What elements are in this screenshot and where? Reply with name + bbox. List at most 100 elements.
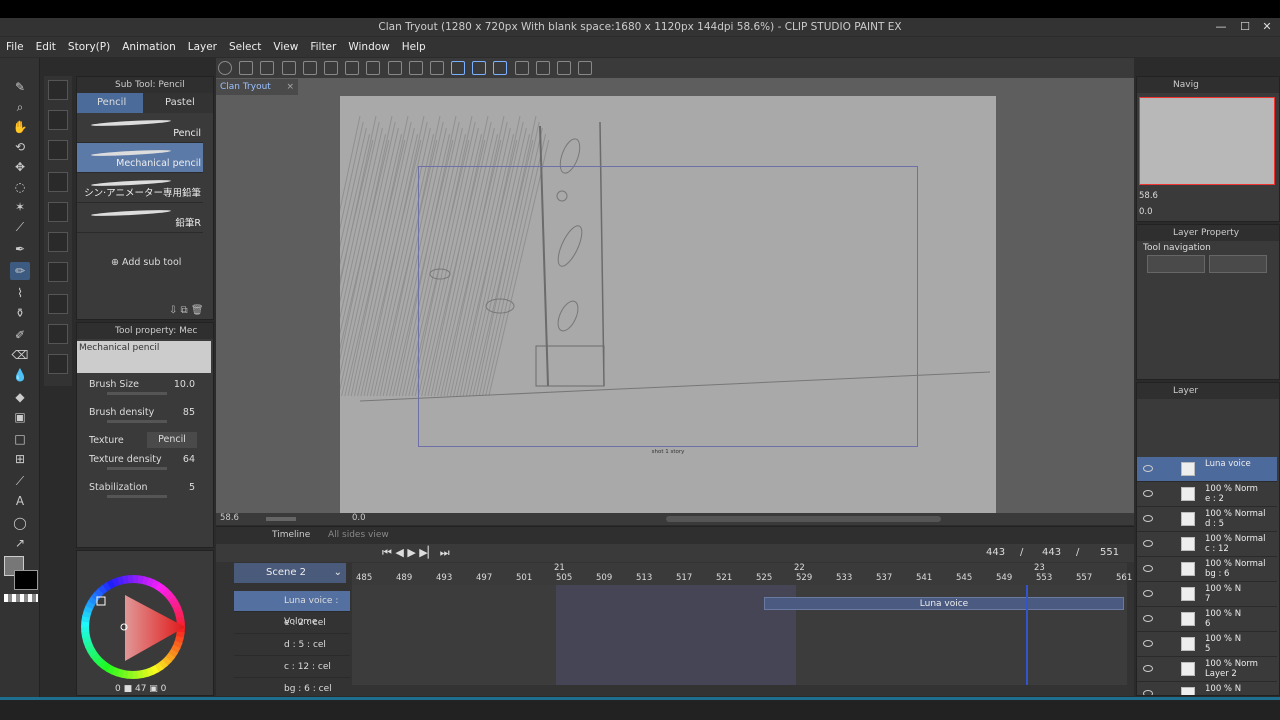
menu-item-filter[interactable]: Filter xyxy=(304,37,342,57)
visibility-eye-icon[interactable] xyxy=(1143,465,1153,472)
menu-item-select[interactable]: Select xyxy=(223,37,267,57)
menu-item-file[interactable]: File xyxy=(0,37,30,57)
stabilization-slider[interactable] xyxy=(107,495,167,498)
horizontal-scrollbar[interactable] xyxy=(666,516,941,522)
layer-row[interactable]: 100 % N7 xyxy=(1137,582,1277,607)
layer-row[interactable]: 100 % Normal bg : 6 xyxy=(1137,557,1277,582)
visibility-eye-icon[interactable] xyxy=(1143,690,1153,695)
fill-icon[interactable] xyxy=(366,61,381,75)
texture-row[interactable]: Texture Pencil xyxy=(89,432,205,448)
stabilization-row[interactable]: Stabilization 5 xyxy=(89,482,205,498)
snap-special-ruler-icon[interactable] xyxy=(472,61,487,75)
brush-size-row[interactable]: Brush Size 10.0 xyxy=(89,379,205,395)
transform-icon[interactable] xyxy=(387,61,402,75)
subtool-group-icon[interactable] xyxy=(48,262,68,282)
background-color-swatch[interactable] xyxy=(14,570,38,590)
brush-density-row[interactable]: Brush density 85 xyxy=(89,407,205,423)
layer-row[interactable]: 100 % Norm Layer 2 xyxy=(1137,657,1277,682)
gradient-tool-icon[interactable]: ▣ xyxy=(10,408,30,426)
pen-tool-icon[interactable]: ✎ xyxy=(10,78,30,96)
scene-select[interactable]: Scene 2 ⌄ xyxy=(234,563,346,583)
brush-density-slider[interactable] xyxy=(107,420,167,423)
text-tool-icon[interactable]: A xyxy=(10,492,30,510)
figure-tool-icon[interactable]: □ xyxy=(10,430,30,448)
playback-controls[interactable]: ⏮ ◀ ▶ ▶▏ ⏭ xyxy=(382,546,450,560)
menu-item-animation[interactable]: Animation xyxy=(116,37,182,57)
layer-row[interactable]: 100 % N5 xyxy=(1137,632,1277,657)
navigator-preview[interactable] xyxy=(1139,97,1275,185)
texture-density-row[interactable]: Texture density 64 xyxy=(89,454,205,470)
menu-item-view[interactable]: View xyxy=(267,37,304,57)
redo-icon[interactable] xyxy=(323,61,338,75)
audio-clip[interactable]: Luna voice xyxy=(764,597,1124,610)
add-subtool-button[interactable]: ⊕ Add sub tool xyxy=(111,257,181,268)
airbrush-tool-icon[interactable]: ⚱ xyxy=(10,304,30,322)
subtool-group-icon[interactable] xyxy=(48,172,68,192)
pen-icon[interactable]: ✒ xyxy=(10,240,30,258)
auto-select-tool-icon[interactable]: ✶ xyxy=(10,198,30,216)
visibility-eye-icon[interactable] xyxy=(1143,615,1153,622)
subtool-group-icon[interactable] xyxy=(48,354,68,374)
minimize-icon[interactable]: — xyxy=(1210,18,1232,36)
brush-tool-icon[interactable]: ⌇ xyxy=(10,284,30,302)
play-icon[interactable] xyxy=(557,61,571,75)
snap-grid-icon[interactable] xyxy=(493,61,508,75)
subtool-group-icon[interactable] xyxy=(48,294,68,314)
rotate-tool-icon[interactable]: ⟲ xyxy=(10,138,30,156)
visibility-eye-icon[interactable] xyxy=(1143,490,1153,497)
subtool-group-icon[interactable] xyxy=(48,324,68,344)
hand-tool-icon[interactable]: ✋ xyxy=(10,118,30,136)
maximize-icon[interactable]: ☐ xyxy=(1234,18,1256,36)
zoom-tool-icon[interactable]: ⌕ xyxy=(10,98,30,116)
brush-item-pencil[interactable]: Pencil xyxy=(77,113,203,143)
menu-item-window[interactable]: Window xyxy=(342,37,395,57)
layer-row[interactable]: 100 % Norm e : 2 xyxy=(1137,482,1277,507)
color-wheel[interactable]: 0 ■ 47 ▣ 0 xyxy=(77,551,213,695)
timeline-track[interactable]: c : 12 : cel xyxy=(234,657,350,678)
zoom-slider[interactable] xyxy=(266,517,296,521)
subtool-group-icon[interactable] xyxy=(48,80,68,100)
visibility-eye-icon[interactable] xyxy=(1143,540,1153,547)
navigator-zoom[interactable]: 58.6 xyxy=(1139,191,1158,201)
transparent-color-swatch[interactable] xyxy=(4,594,38,602)
layer-row[interactable]: 100 % Normal d : 5 xyxy=(1137,507,1277,532)
ruler-tool-icon[interactable]: ⟋ xyxy=(10,472,30,490)
animation-preview-icon[interactable] xyxy=(578,61,593,75)
current-frame[interactable]: 443 xyxy=(986,547,1005,558)
frame-ruler[interactable]: 485 489 493 497 501 505 509 513 517 521 525 529 533 5… xyxy=(352,563,1132,585)
layer-row[interactable]: 100 % N xyxy=(1137,682,1277,695)
subtool-group-icon[interactable] xyxy=(48,140,68,160)
new-file-icon[interactable] xyxy=(239,61,254,75)
blend-tool-icon[interactable]: 💧 xyxy=(10,366,30,384)
timeline-track[interactable]: d : 5 : cel xyxy=(234,635,350,656)
visibility-eye-icon[interactable] xyxy=(1143,665,1153,672)
eyedropper-tool-icon[interactable]: ⟋ xyxy=(10,218,30,236)
decoration-tool-icon[interactable]: ✐ xyxy=(10,326,30,344)
visibility-eye-icon[interactable] xyxy=(1143,565,1153,572)
snap-ruler-icon[interactable] xyxy=(451,61,466,75)
tab-pastel[interactable]: Pastel xyxy=(145,93,211,113)
frame-border-tool-icon[interactable]: ⊞ xyxy=(10,450,30,468)
move-tool-icon[interactable]: ✥ xyxy=(10,158,30,176)
layer-row[interactable]: 100 % Normal c : 12 xyxy=(1137,532,1277,557)
brush-item-shin-animator-pencil[interactable]: シン·アニメーター専用鉛筆 xyxy=(77,173,203,203)
undo-icon[interactable] xyxy=(302,61,317,75)
layer-row[interactable]: Luna voice xyxy=(1137,457,1277,482)
app-logo-icon[interactable] xyxy=(218,61,232,75)
timeline-track[interactable]: Luna voice : Volume xyxy=(234,591,350,627)
visibility-eye-icon[interactable] xyxy=(1143,590,1153,597)
brush-size-slider[interactable] xyxy=(107,392,167,395)
zoom-readout[interactable]: 58.6 xyxy=(220,513,239,523)
tab-pencil[interactable]: Pencil xyxy=(77,93,143,113)
texture-select[interactable]: Pencil xyxy=(147,432,197,448)
angle-readout[interactable]: 0.0 xyxy=(352,513,366,523)
subtool-actions-icon[interactable]: ⇩ ⧉ 🗑 xyxy=(169,305,204,316)
timeline-track[interactable]: e : 2 : cel xyxy=(234,613,350,634)
clear-icon[interactable] xyxy=(345,61,360,75)
menu-item-storyp[interactable]: Story(P) xyxy=(62,37,116,57)
playhead[interactable] xyxy=(1026,585,1028,685)
tool-navigation-button[interactable] xyxy=(1147,255,1205,273)
visibility-eye-icon[interactable] xyxy=(1143,640,1153,647)
menu-item-layer[interactable]: Layer xyxy=(182,37,223,57)
texture-density-slider[interactable] xyxy=(107,467,167,470)
